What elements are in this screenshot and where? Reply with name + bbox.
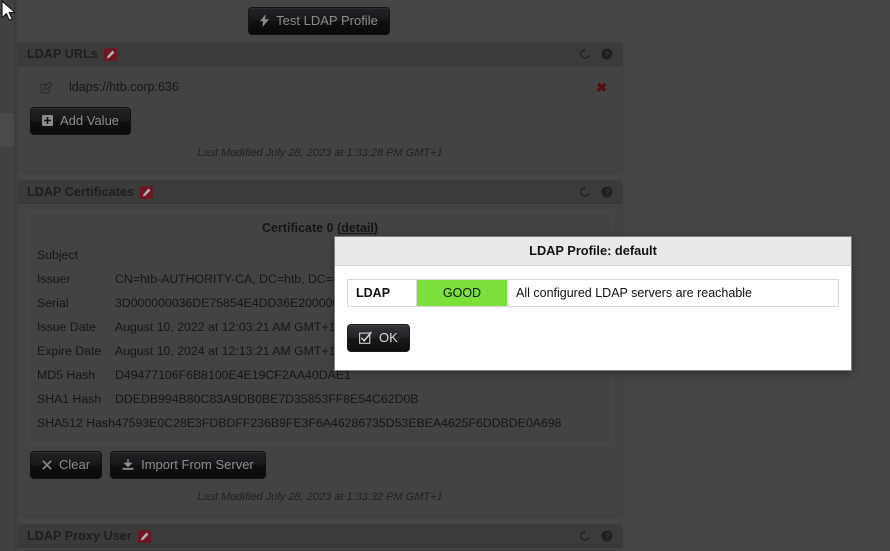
status-label: LDAP xyxy=(347,279,417,307)
dialog-title: LDAP Profile: default xyxy=(335,237,851,266)
mouse-pointer-icon xyxy=(1,0,16,21)
dialog-footer: OK xyxy=(347,307,839,352)
table-row: LDAP GOOD All configured LDAP servers ar… xyxy=(347,279,839,307)
ldap-status-table: LDAP GOOD All configured LDAP servers ar… xyxy=(347,279,839,307)
status-message: All configured LDAP servers are reachabl… xyxy=(516,286,753,300)
ok-label: OK xyxy=(379,330,398,345)
app-root: Test LDAP Profile LDAP URLs ? ldaps://ht… xyxy=(0,0,890,551)
dialog-body: LDAP GOOD All configured LDAP servers ar… xyxy=(335,266,851,370)
check-square-icon xyxy=(359,331,372,344)
ok-button[interactable]: OK xyxy=(347,324,410,352)
ldap-profile-dialog: LDAP Profile: default LDAP GOOD All conf… xyxy=(334,236,852,371)
status-badge: GOOD xyxy=(416,279,508,307)
